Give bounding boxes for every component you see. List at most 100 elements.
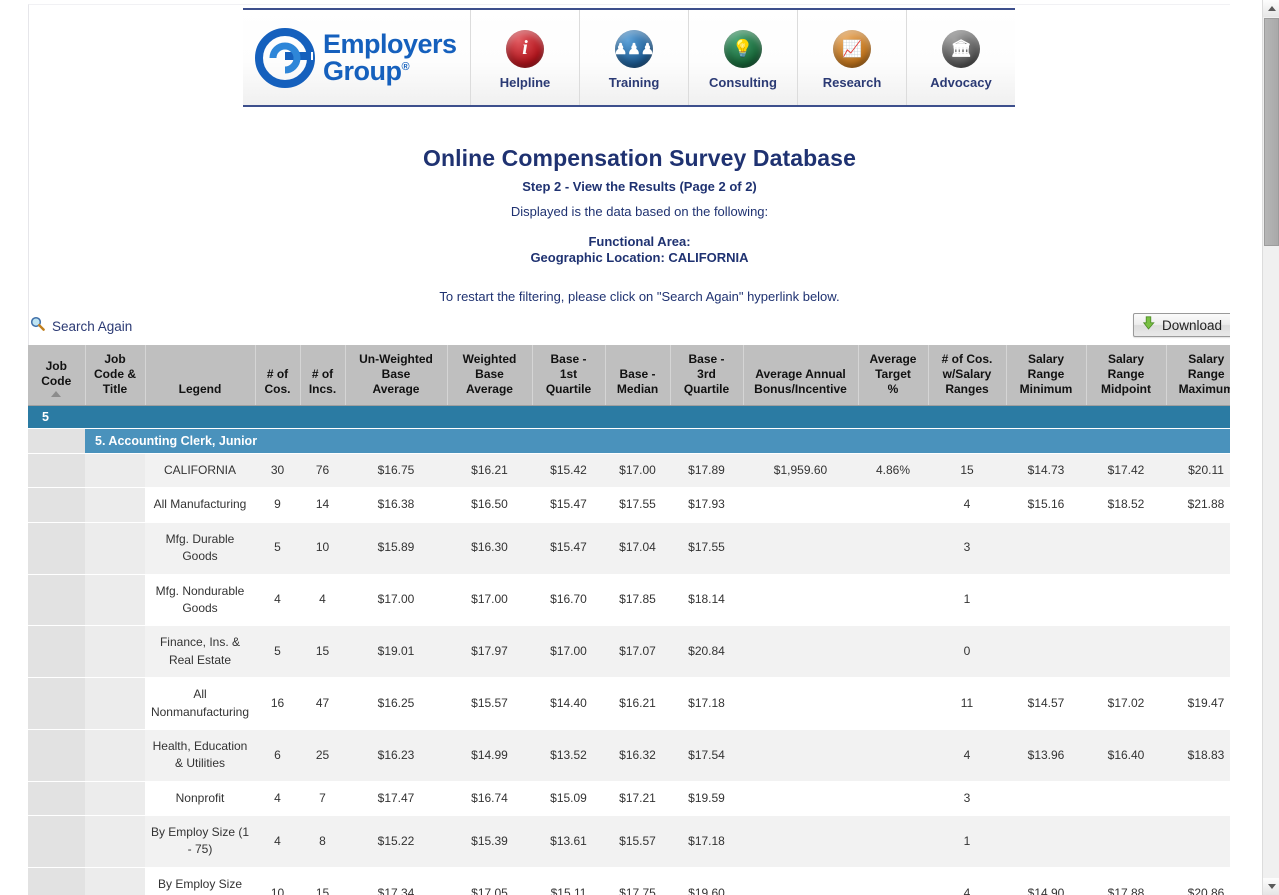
nav-item-consulting[interactable]: 💡 Consulting	[689, 10, 798, 105]
row-indent-level2	[85, 487, 145, 523]
col-header-base-1st-quartile[interactable]: Base -1st Quartile	[532, 345, 606, 406]
cell-salary-range-midpoint	[1086, 781, 1166, 817]
nav-item-research[interactable]: 📈 Research	[798, 10, 907, 105]
cell-average-annual-bonus: $1,959.60	[743, 453, 858, 489]
col-header-salary-range-maximum[interactable]: Salary Range Maximum	[1166, 345, 1230, 406]
cell-salary-range-minimum: $15.16	[1006, 487, 1086, 523]
cell-weighted-base-average: $16.21	[447, 453, 532, 489]
cell-average-annual-bonus	[743, 487, 858, 523]
cell-legend: Mfg. Nondurable Goods	[145, 574, 255, 627]
cell-unweighted-base-average: $16.75	[345, 453, 447, 489]
people-icon: ♟♟♟	[614, 29, 654, 68]
cell-base-3rd-quartile: $17.89	[670, 453, 743, 489]
col-header-base-3rd-quartile[interactable]: Base -3rd Quartile	[670, 345, 744, 406]
cell-salary-range-midpoint: $17.88	[1086, 867, 1166, 895]
cell-num-cos-with-salary-ranges: 4	[928, 867, 1006, 895]
group-row-level2[interactable]: 5. Accounting Clerk, Junior	[28, 428, 1230, 454]
table-row[interactable]: Mfg. Nondurable Goods 4 4 $17.00 $17.00 $16.7…	[28, 574, 1230, 627]
col-header-average-target-pct[interactable]: Average Target%	[858, 345, 929, 406]
col-header-num-cos[interactable]: # of Cos.	[255, 345, 301, 406]
row-indent-level2	[85, 677, 145, 730]
cell-num-incs: 4	[300, 574, 345, 627]
group-row-level2-label: 5. Accounting Clerk, Junior	[85, 428, 1230, 454]
cell-num-cos: 4	[255, 574, 300, 627]
cell-num-cos-with-salary-ranges: 4	[928, 729, 1006, 782]
table-row[interactable]: All Nonmanufacturing 16 47 $16.25 $15.57 $14.…	[28, 677, 1230, 730]
table-row[interactable]: By Employ Size (50 - 150)1015$17.34$17.0…	[28, 867, 1230, 895]
cell-base-median: $16.21	[605, 677, 670, 730]
cell-num-cos-with-salary-ranges: 4	[928, 487, 1006, 523]
cell-base-1st-quartile: $15.09	[532, 781, 605, 817]
cell-base-median: $17.85	[605, 574, 670, 627]
vertical-scrollbar[interactable]	[1262, 0, 1279, 895]
row-indent-level2	[85, 625, 145, 679]
table-row[interactable]: Nonprofit 4 7 $17.47 $16.74 $15.09 $17.21 $19.5…	[28, 781, 1230, 817]
cell-average-target-pct	[858, 867, 928, 895]
cell-num-cos: 5	[255, 522, 300, 575]
scroll-up-arrow-icon[interactable]	[1263, 0, 1279, 17]
cell-legend: CALIFORNIA	[145, 453, 255, 489]
col-header-salary-range-midpoint[interactable]: Salary Range Midpoint	[1086, 345, 1167, 406]
table-row[interactable]: By Employ Size (1 - 75) 4 8 $15.22 $15.39 $13…	[28, 815, 1230, 868]
cell-base-3rd-quartile: $17.93	[670, 487, 743, 523]
cell-base-1st-quartile: $15.47	[532, 522, 605, 575]
cell-average-annual-bonus	[743, 574, 858, 627]
cell-base-1st-quartile: $15.47	[532, 487, 605, 523]
nav-item-training[interactable]: ♟♟♟ Training	[580, 10, 689, 105]
search-again-link[interactable]: Search Again	[30, 316, 132, 336]
magnifier-icon	[30, 316, 45, 336]
cell-salary-range-midpoint: $17.42	[1086, 453, 1166, 489]
site-header: Employers Group® i Helpline ♟♟♟ Training…	[243, 8, 1015, 107]
cell-salary-range-minimum	[1006, 625, 1086, 679]
table-row[interactable]: CALIFORNIA 30 76 $16.75 $16.21 $15.42 $17.00 $1…	[28, 453, 1230, 489]
cell-unweighted-base-average: $17.47	[345, 781, 447, 817]
cell-unweighted-base-average: $17.00	[345, 574, 447, 627]
logo-line-1: Employers	[323, 28, 457, 59]
table-row[interactable]: All Manufacturing 9 14 $16.38 $16.50 $15.47 $1…	[28, 487, 1230, 523]
table-row[interactable]: Finance, Ins. & Real Estate 5 15 $19.01 $17.…	[28, 625, 1230, 679]
scrollbar-thumb[interactable]	[1264, 18, 1279, 246]
cell-unweighted-base-average: $16.23	[345, 729, 447, 782]
col-header-weighted-base-average[interactable]: Weighted Base Average	[447, 345, 533, 406]
cell-salary-range-midpoint: $16.40	[1086, 729, 1166, 782]
row-indent-level2	[85, 574, 145, 627]
table-row[interactable]: Health, Education & Utilities 6 25 $16.23 $1…	[28, 729, 1230, 782]
table-row[interactable]: Mfg. Durable Goods 5 10 $15.89 $16.30 $15.47 $…	[28, 522, 1230, 575]
logo-line-2: Group®	[323, 55, 410, 86]
col-header-job-code-title[interactable]: Job Code & Title	[85, 345, 146, 406]
group-row-level1-label: 5	[28, 405, 1230, 429]
cell-base-1st-quartile: $17.00	[532, 625, 605, 679]
row-indent-level2	[85, 453, 145, 489]
cell-weighted-base-average: $16.50	[447, 487, 532, 523]
cell-average-annual-bonus	[743, 729, 858, 782]
col-header-legend[interactable]: Legend	[145, 345, 256, 406]
cell-salary-range-minimum: $14.57	[1006, 677, 1086, 730]
page-step-subtitle: Step 2 - View the Results (Page 2 of 2)	[522, 179, 757, 194]
cell-weighted-base-average: $14.99	[447, 729, 532, 782]
cell-salary-range-midpoint: $17.02	[1086, 677, 1166, 730]
col-header-num-cos-with-salary-ranges[interactable]: # of Cos. w/Salary Ranges	[928, 345, 1007, 406]
cell-num-cos-with-salary-ranges: 1	[928, 574, 1006, 627]
logo-wordmark: Employers Group®	[323, 28, 457, 86]
col-header-average-annual-bonus[interactable]: Average Annual Bonus/Incentive	[743, 345, 859, 406]
nav-item-advocacy[interactable]: 🏛 Advocacy	[907, 10, 1015, 105]
nav-item-helpline[interactable]: i Helpline	[471, 10, 580, 105]
scroll-down-arrow-icon[interactable]	[1263, 878, 1279, 895]
col-header-num-incs[interactable]: # of Incs.	[300, 345, 346, 406]
row-indent-level1	[28, 522, 85, 575]
cell-num-incs: 47	[300, 677, 345, 730]
cell-unweighted-base-average: $15.89	[345, 522, 447, 575]
employers-group-logo[interactable]: Employers Group®	[243, 10, 471, 105]
row-indent-level1	[28, 487, 85, 523]
cell-unweighted-base-average: $16.38	[345, 487, 447, 523]
col-header-job-code[interactable]: Job Code	[28, 345, 86, 406]
cell-base-median: $16.32	[605, 729, 670, 782]
group-row-level1[interactable]: 5	[28, 405, 1230, 429]
col-header-unweighted-base-average[interactable]: Un-Weighted Base Average	[345, 345, 448, 406]
col-header-salary-range-minimum[interactable]: Salary Range Minimum	[1006, 345, 1087, 406]
cell-base-1st-quartile: $13.61	[532, 815, 605, 868]
cell-salary-range-maximum	[1166, 574, 1230, 627]
download-button[interactable]: Download	[1132, 313, 1234, 337]
col-header-base-median[interactable]: Base - Median	[605, 345, 671, 406]
nav-label-research: Research	[822, 74, 882, 90]
